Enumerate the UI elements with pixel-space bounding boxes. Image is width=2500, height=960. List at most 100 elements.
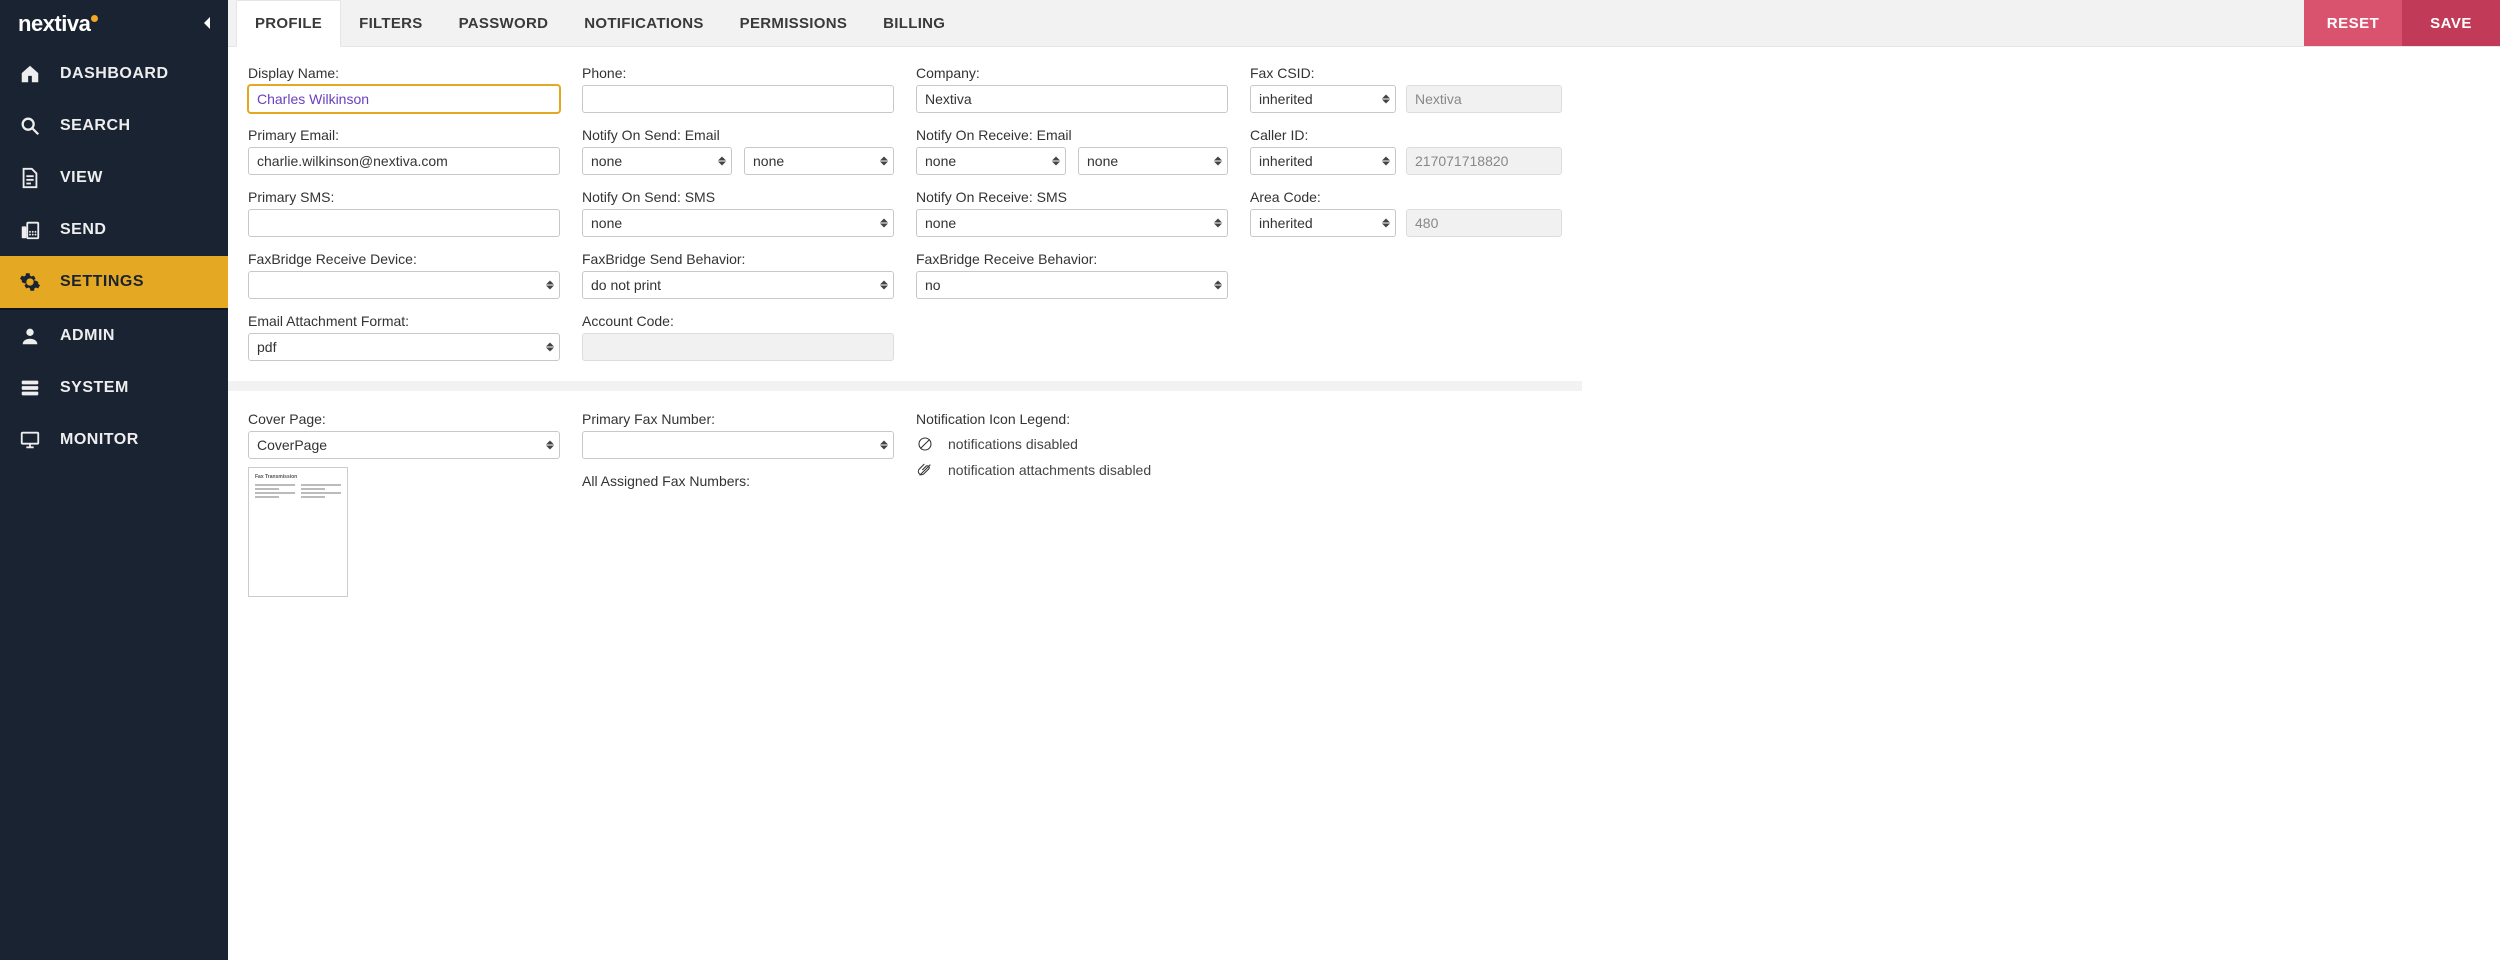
notify-send-sms-select[interactable] bbox=[582, 209, 894, 237]
field-fb-receive-device: FaxBridge Receive Device: bbox=[248, 251, 560, 299]
field-phone: Phone: bbox=[582, 65, 894, 113]
tab-notifications[interactable]: NOTIFICATIONS bbox=[566, 0, 721, 46]
field-primary-sms: Primary SMS: bbox=[248, 189, 560, 237]
field-label: Fax CSID: bbox=[1250, 65, 1562, 81]
reset-button[interactable]: RESET bbox=[2304, 0, 2402, 46]
field-label: Primary SMS: bbox=[248, 189, 560, 205]
sidebar-item-label: SYSTEM bbox=[60, 379, 129, 397]
field-label: Display Name: bbox=[248, 65, 560, 81]
legend-row-attachments-disabled: notification attachments disabled bbox=[916, 461, 1228, 479]
field-notify-receive-email: Notify On Receive: Email bbox=[916, 127, 1228, 175]
sidebar-item-settings[interactable]: SETTINGS bbox=[0, 256, 228, 308]
tab-password[interactable]: PASSWORD bbox=[441, 0, 567, 46]
field-account-code: Account Code: bbox=[582, 313, 894, 361]
primary-fax-number-select[interactable] bbox=[582, 431, 894, 459]
sidebar-item-label: SETTINGS bbox=[60, 273, 144, 291]
legend-text: notifications disabled bbox=[948, 436, 1078, 452]
fb-send-behavior-select[interactable] bbox=[582, 271, 894, 299]
field-label: Notify On Receive: SMS bbox=[916, 189, 1228, 205]
tab-billing[interactable]: BILLING bbox=[865, 0, 963, 46]
account-code-input bbox=[582, 333, 894, 361]
sidebar-item-label: DASHBOARD bbox=[60, 65, 169, 83]
button-label: RESET bbox=[2327, 15, 2380, 32]
gear-icon bbox=[18, 270, 42, 294]
sidebar-item-search[interactable]: SEARCH bbox=[0, 100, 228, 152]
primary-email-input[interactable] bbox=[248, 147, 560, 175]
sidebar-item-label: ADMIN bbox=[60, 327, 115, 345]
field-notify-receive-sms: Notify On Receive: SMS bbox=[916, 189, 1228, 237]
fb-receive-device-select[interactable] bbox=[248, 271, 560, 299]
document-icon bbox=[18, 166, 42, 190]
tab-profile[interactable]: PROFILE bbox=[236, 0, 341, 47]
user-icon bbox=[18, 324, 42, 348]
field-notify-send-email: Notify On Send: Email bbox=[582, 127, 894, 175]
notification-icon-legend: Notification Icon Legend: notifications … bbox=[916, 411, 1228, 479]
notify-send-email-select-a[interactable] bbox=[582, 147, 732, 175]
field-label: Phone: bbox=[582, 65, 894, 81]
fax-csid-select[interactable] bbox=[1250, 85, 1396, 113]
notify-receive-sms-select[interactable] bbox=[916, 209, 1228, 237]
button-label: SAVE bbox=[2430, 15, 2472, 32]
sidebar: nextiva DASHBOARD SEARCH VIEW SEND SETTI… bbox=[0, 0, 228, 960]
sidebar-item-view[interactable]: VIEW bbox=[0, 152, 228, 204]
cover-thumb-title: Fax Transmission bbox=[255, 474, 341, 481]
field-label: Account Code: bbox=[582, 313, 894, 329]
legend-row-disabled: notifications disabled bbox=[916, 435, 1228, 453]
tabs: PROFILE FILTERS PASSWORD NOTIFICATIONS P… bbox=[228, 0, 963, 46]
phone-input[interactable] bbox=[582, 85, 894, 113]
form-grid: Display Name: Phone: Company: Fax CSID: bbox=[248, 65, 2480, 597]
area-code-select[interactable] bbox=[1250, 209, 1396, 237]
brand-logo: nextiva bbox=[18, 11, 98, 37]
fb-receive-behavior-select[interactable] bbox=[916, 271, 1228, 299]
tab-permissions[interactable]: PERMISSIONS bbox=[722, 0, 866, 46]
chevron-left-icon bbox=[202, 16, 212, 30]
cover-page-select[interactable] bbox=[248, 431, 560, 459]
tab-bar: PROFILE FILTERS PASSWORD NOTIFICATIONS P… bbox=[228, 0, 2500, 47]
field-label: Company: bbox=[916, 65, 1228, 81]
sidebar-item-monitor[interactable]: MONITOR bbox=[0, 414, 228, 466]
field-primary-email: Primary Email: bbox=[248, 127, 560, 175]
primary-sms-input[interactable] bbox=[248, 209, 560, 237]
notify-receive-email-select-a[interactable] bbox=[916, 147, 1066, 175]
legend-text: notification attachments disabled bbox=[948, 462, 1151, 478]
notify-send-email-select-b[interactable] bbox=[744, 147, 894, 175]
caller-id-select[interactable] bbox=[1250, 147, 1396, 175]
field-fax-csid: Fax CSID: bbox=[1250, 65, 1562, 113]
field-label: FaxBridge Receive Behavior: bbox=[916, 251, 1228, 267]
field-area-code: Area Code: bbox=[1250, 189, 1562, 237]
field-email-attachment-format: Email Attachment Format: bbox=[248, 313, 560, 361]
save-button[interactable]: SAVE bbox=[2402, 0, 2500, 46]
field-label: Primary Email: bbox=[248, 127, 560, 143]
sidebar-item-send[interactable]: SEND bbox=[0, 204, 228, 256]
cover-page-thumbnail[interactable]: Fax Transmission bbox=[248, 467, 348, 597]
app-root: nextiva DASHBOARD SEARCH VIEW SEND SETTI… bbox=[0, 0, 2500, 960]
email-attachment-format-select[interactable] bbox=[248, 333, 560, 361]
logo-row: nextiva bbox=[0, 0, 228, 48]
sidebar-collapse-button[interactable] bbox=[202, 16, 212, 33]
sidebar-item-system[interactable]: SYSTEM bbox=[0, 362, 228, 414]
sidebar-item-label: MONITOR bbox=[60, 431, 139, 449]
sidebar-item-dashboard[interactable]: DASHBOARD bbox=[0, 48, 228, 100]
tab-label: PROFILE bbox=[255, 15, 322, 32]
notify-receive-email-select-b[interactable] bbox=[1078, 147, 1228, 175]
tab-label: NOTIFICATIONS bbox=[584, 15, 703, 32]
field-label: Notify On Receive: Email bbox=[916, 127, 1228, 143]
field-fb-send-behavior: FaxBridge Send Behavior: bbox=[582, 251, 894, 299]
tabbar-spacer bbox=[963, 0, 2304, 46]
tab-label: PASSWORD bbox=[459, 15, 549, 32]
tab-filters[interactable]: FILTERS bbox=[341, 0, 440, 46]
field-display-name: Display Name: bbox=[248, 65, 560, 113]
display-name-input[interactable] bbox=[248, 85, 560, 113]
fax-csid-readonly bbox=[1406, 85, 1562, 113]
main-area: PROFILE FILTERS PASSWORD NOTIFICATIONS P… bbox=[228, 0, 2500, 960]
section-divider bbox=[228, 381, 1582, 391]
field-label: FaxBridge Receive Device: bbox=[248, 251, 560, 267]
field-label: Caller ID: bbox=[1250, 127, 1562, 143]
tab-label: FILTERS bbox=[359, 15, 422, 32]
company-input[interactable] bbox=[916, 85, 1228, 113]
legend-title: Notification Icon Legend: bbox=[916, 411, 1228, 427]
field-fb-receive-behavior: FaxBridge Receive Behavior: bbox=[916, 251, 1228, 299]
sidebar-item-admin[interactable]: ADMIN bbox=[0, 310, 228, 362]
field-caller-id: Caller ID: bbox=[1250, 127, 1562, 175]
sidebar-item-label: VIEW bbox=[60, 169, 103, 187]
